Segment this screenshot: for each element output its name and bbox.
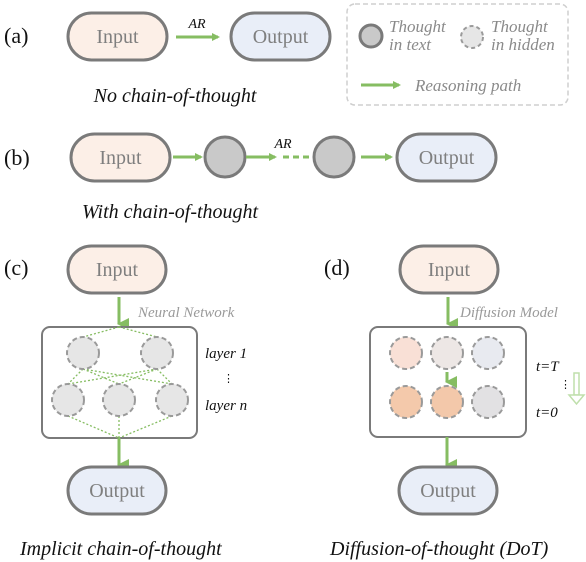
- panel-d: (d) Input Diffusion Model t=T ⋮ t=0 Outp…: [324, 244, 586, 560]
- diffusion-node-t-start: [389, 336, 423, 370]
- panel-c-model-label: Neural Network: [137, 305, 235, 321]
- panel-a-ar-label: AR: [187, 17, 206, 32]
- panel-b-input-text: Input: [99, 147, 142, 169]
- panel-b-thought-node-2: [312, 135, 356, 179]
- layer-1-label: layer 1: [205, 346, 247, 362]
- panel-b-ar-label: AR: [273, 137, 292, 152]
- t-ellipsis: ⋮: [560, 379, 571, 391]
- panel-d-model-label: Diffusion Model: [459, 305, 558, 321]
- panel-d-label: (d): [324, 255, 350, 280]
- legend: Thought in text Thought in hidden Reason…: [346, 3, 569, 106]
- layer-ellipsis: ⋮: [223, 373, 234, 385]
- legend-thought-hidden-line1: Thought: [491, 17, 549, 36]
- nn-layer1-node: [140, 336, 174, 370]
- diffusion-node-t-end: [430, 385, 464, 419]
- nn-layern-node: [51, 383, 85, 417]
- legend-thought-hidden-line2: in hidden: [491, 35, 555, 54]
- diffusion-node-t-end: [471, 385, 505, 419]
- time-arrow-shaft: [573, 372, 580, 396]
- panel-a-caption: No chain-of-thought: [93, 85, 257, 107]
- thought-in-text-icon: [358, 23, 384, 49]
- legend-thought-text-line2: in text: [389, 35, 432, 54]
- panel-b-caption: With chain-of-thought: [82, 201, 259, 223]
- panel-c-output-text: Output: [89, 480, 145, 502]
- panel-a-output-text: Output: [253, 26, 309, 48]
- legend-thought-text-line1: Thought: [389, 17, 447, 36]
- panel-d-input-text: Input: [428, 259, 471, 281]
- panel-a-input-text: Input: [96, 26, 139, 48]
- diffusion-node-t-start: [430, 336, 464, 370]
- panel-a: (a) Input AR Output No chain-of-thought: [4, 11, 332, 107]
- nn-layer1-node: [66, 336, 100, 370]
- cot-comparison-diagram: Thought in text Thought in hidden Reason…: [4, 3, 586, 560]
- panel-b-label: (b): [4, 145, 30, 170]
- legend-reasoning-path: Reasoning path: [414, 76, 521, 95]
- panel-a-label: (a): [4, 23, 28, 48]
- panel-c-label: (c): [4, 255, 28, 280]
- panel-d-output-text: Output: [420, 480, 476, 502]
- thought-in-hidden-icon: [460, 25, 484, 49]
- panel-d-caption: Diffusion-of-thought (DoT): [329, 538, 549, 560]
- panel-c-input-text: Input: [96, 259, 139, 281]
- diffusion-node-t-start: [471, 336, 505, 370]
- panel-b: (b) Input AR Output With chain-of-though…: [4, 132, 498, 223]
- t-end-label: t=0: [536, 405, 558, 421]
- diffusion-node-t-end: [389, 385, 423, 419]
- nn-layern-node: [102, 383, 136, 417]
- time-arrow-head: [567, 394, 586, 406]
- panel-c-caption: Implicit chain-of-thought: [19, 538, 222, 560]
- panel-b-output-text: Output: [419, 147, 475, 169]
- nn-layern-node: [155, 383, 189, 417]
- t-start-label: t=T: [536, 359, 560, 375]
- layer-n-label: layer n: [205, 398, 247, 414]
- panel-c: (c) Input Neural Network layer 1 ⋮ layer…: [4, 244, 247, 560]
- time-direction-arrow-icon: [567, 372, 586, 406]
- panel-b-thought-node-1: [203, 135, 247, 179]
